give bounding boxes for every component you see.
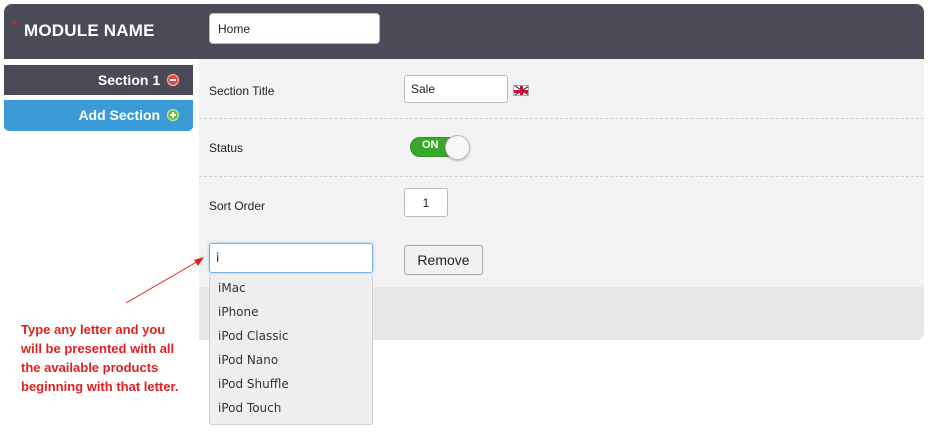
section-title-row: Section Title: [199, 59, 924, 119]
section-title-label: Section Title: [209, 84, 275, 98]
status-label: Status: [209, 141, 244, 155]
autocomplete-item[interactable]: iMac: [210, 276, 372, 300]
status-toggle-knob[interactable]: [445, 135, 470, 160]
remove-section-icon[interactable]: [167, 74, 179, 86]
module-name-input[interactable]: [209, 13, 380, 44]
add-section-button[interactable]: Add Section: [4, 100, 193, 131]
status-toggle-text: ON: [422, 139, 439, 151]
sort-order-label: Sort Order: [209, 199, 266, 213]
module-name-label: MODULE NAME: [24, 21, 155, 40]
annotation-arrow-icon: [125, 257, 204, 304]
section-title-input[interactable]: [404, 75, 508, 103]
tab-section-1-label: Section 1: [97, 72, 161, 88]
uk-flag-icon: [513, 85, 529, 96]
autocomplete-item[interactable]: iPod Touch: [210, 396, 372, 420]
add-section-icon: [167, 109, 179, 121]
autocomplete-item[interactable]: iPod Shuffle: [210, 372, 372, 396]
status-toggle[interactable]: ON: [410, 135, 471, 161]
add-section-label: Add Section: [78, 107, 161, 123]
annotation-text: Type any letter and you will be presente…: [21, 322, 179, 394]
autocomplete-list: iMac iPhone iPod Classic iPod Nano iPod …: [209, 276, 373, 425]
autocomplete-item[interactable]: iPod Classic: [210, 324, 372, 348]
required-marker: *: [13, 18, 18, 32]
sort-order-input[interactable]: [404, 188, 448, 217]
autocomplete-item[interactable]: iPod Nano: [210, 348, 372, 372]
autocomplete-item[interactable]: iPhone: [210, 300, 372, 324]
status-row: Status: [199, 119, 924, 177]
tab-section-1[interactable]: Section 1: [4, 65, 193, 95]
module-header: * MODULE NAME: [4, 4, 924, 59]
product-search-input[interactable]: [209, 243, 373, 273]
remove-button[interactable]: Remove: [404, 245, 483, 275]
